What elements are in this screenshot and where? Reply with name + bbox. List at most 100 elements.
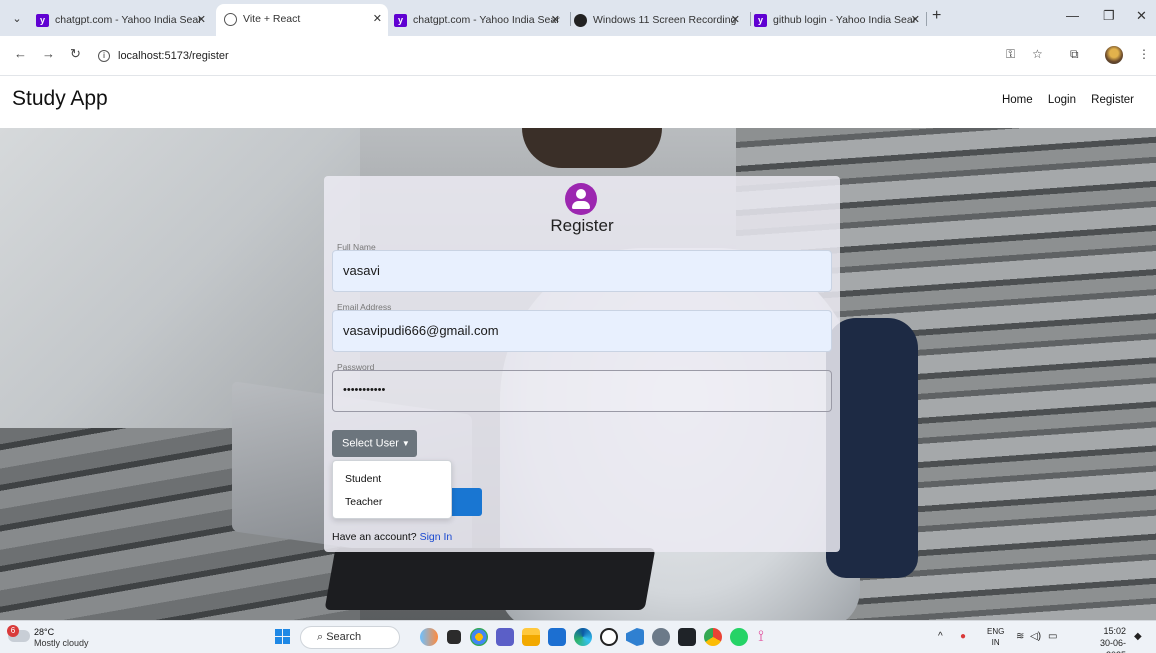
language-code: ENG [987, 627, 1005, 636]
nav-link-home[interactable]: Home [1002, 94, 1033, 106]
register-title: Register [550, 216, 614, 235]
chrome-browser-icon[interactable] [704, 628, 722, 646]
sign-in-link[interactable]: Sign In [420, 531, 453, 543]
full-name-field[interactable]: Full Name vasavi [332, 242, 832, 292]
full-name-value: vasavi [343, 263, 380, 278]
browser-tab-5[interactable]: y github login - Yahoo India Sear ✕ [754, 8, 926, 32]
language-indicator[interactable]: ENG IN [987, 626, 1004, 648]
close-icon[interactable]: ✕ [373, 4, 382, 34]
address-bar: ← → ↻ i localhost:5173/register ⚿ ☆ ⧉ ⋮ [0, 36, 1156, 76]
email-field[interactable]: Email Address vasavipudi666@gmail.com [332, 302, 832, 352]
site-info-icon[interactable]: i [98, 50, 110, 63]
region-code: IN [991, 638, 1000, 647]
notification-bell-icon[interactable]: ◆ [1134, 631, 1142, 642]
full-name-label: Full Name [337, 242, 376, 252]
app-navbar: Study App Home Login Register [0, 76, 1156, 128]
reload-icon[interactable]: ↻ [70, 46, 81, 62]
widgets-app-icon[interactable] [470, 628, 488, 646]
windows-taskbar: 6 28°C Mostly cloudy ⌕ Search ⟟ ^ ● ENG … [0, 620, 1156, 653]
restore-icon[interactable]: ❐ [1103, 8, 1115, 24]
select-user-label: Select User [342, 437, 399, 450]
tab-title: github login - Yahoo India Sear [773, 14, 917, 27]
back-arrow-icon[interactable]: ← [14, 46, 27, 61]
select-user-menu: Student Teacher [332, 460, 452, 519]
dell-app-icon[interactable] [600, 628, 618, 646]
task-view-icon[interactable] [447, 630, 461, 644]
volume-icon[interactable]: ◁) [1030, 631, 1041, 642]
weather-description: Mostly cloudy [34, 638, 89, 648]
menu-item-teacher[interactable]: Teacher [345, 496, 382, 508]
nav-link-register[interactable]: Register [1091, 94, 1134, 106]
url-field[interactable]: i localhost:5173/register [98, 44, 968, 68]
tab-search-chevron-icon[interactable]: ⌄ [8, 10, 26, 28]
bookmark-star-icon[interactable]: ☆ [1032, 47, 1043, 61]
menu-item-student[interactable]: Student [345, 473, 381, 485]
search-icon: ⌕ [317, 631, 327, 643]
windows-start-icon[interactable] [275, 629, 291, 645]
nav-link-login[interactable]: Login [1048, 94, 1076, 106]
file-explorer-icon[interactable] [522, 628, 540, 646]
clock-date: 30-06-2025 [1099, 638, 1126, 653]
taskbar-search[interactable]: ⌕ Search [300, 626, 400, 649]
url-text: localhost:5173/register [118, 50, 229, 62]
taskbar-search-label: Search [326, 631, 362, 643]
email-label: Email Address [337, 302, 392, 312]
yahoo-favicon-icon: y [754, 13, 767, 27]
record-favicon-icon [574, 13, 587, 27]
wifi-icon[interactable]: ≋ [1016, 631, 1024, 642]
password-value: ••••••••••• [343, 384, 386, 396]
copilot-app-icon[interactable] [420, 628, 438, 646]
tray-app-icon[interactable]: ● [960, 631, 966, 642]
password-field[interactable]: Password ••••••••••• [332, 362, 832, 412]
yahoo-favicon-icon: y [36, 13, 49, 27]
more-menu-icon[interactable]: ⋮ [1138, 47, 1150, 61]
user-avatar-icon [565, 183, 597, 215]
vscode-app-icon[interactable] [626, 628, 644, 646]
globe-favicon-icon [224, 12, 237, 26]
browser-tab-4[interactable]: Windows 11 Screen Recording ✕ [574, 8, 746, 32]
terminal-app-icon[interactable] [678, 628, 696, 646]
background-person-head [522, 128, 662, 168]
forward-arrow-icon[interactable]: → [42, 46, 55, 61]
close-icon[interactable]: ✕ [731, 8, 740, 32]
tab-title: Windows 11 Screen Recording [593, 14, 737, 27]
edge-browser-icon[interactable] [574, 628, 592, 646]
store-app-icon[interactable] [548, 628, 566, 646]
brand-title[interactable]: Study App [12, 87, 108, 111]
extensions-icon[interactable]: ⧉ [1070, 47, 1079, 62]
settings-gear-icon[interactable] [652, 628, 670, 646]
background-laptop-base [324, 548, 656, 610]
password-key-icon[interactable]: ⚿ [1006, 47, 1015, 62]
window-close-icon[interactable]: ✕ [1136, 8, 1147, 24]
close-icon[interactable]: ✕ [911, 8, 920, 32]
whatsapp-app-icon[interactable] [730, 628, 748, 646]
password-label: Password [337, 362, 375, 372]
tab-separator [750, 12, 751, 26]
yahoo-favicon-icon: y [394, 13, 407, 27]
profile-avatar[interactable] [1105, 46, 1123, 64]
have-account-text: Have an account? Sign In [332, 531, 452, 543]
close-icon[interactable]: ✕ [197, 8, 206, 32]
browser-tab-3[interactable]: y chatgpt.com - Yahoo India Sear ✕ [394, 8, 566, 32]
weather-temperature: 28°C [34, 627, 55, 637]
system-clock[interactable]: 15:02 30-06-2025 [1080, 625, 1126, 653]
select-user-dropdown-button[interactable]: Select User ▼ [332, 430, 417, 457]
snipping-tool-icon[interactable]: ⟟ [758, 628, 776, 646]
close-icon[interactable]: ✕ [551, 8, 560, 32]
browser-tab-2[interactable]: Vite + React ✕ [216, 4, 388, 36]
nav-links: Home Login Register [990, 94, 1134, 106]
battery-icon[interactable]: ▭ [1048, 631, 1057, 642]
caret-down-icon: ▼ [401, 439, 410, 448]
browser-tab-1[interactable]: y chatgpt.com - Yahoo India Sear ✕ [36, 8, 212, 32]
browser-tab-strip: ⌄ y chatgpt.com - Yahoo India Sear ✕ Vite… [0, 0, 1156, 36]
tab-separator [926, 12, 927, 26]
minimize-icon[interactable]: — [1066, 8, 1079, 23]
tray-overflow-chevron-icon[interactable]: ^ [938, 631, 943, 642]
register-card: Register Full Name vasavi Email Address … [324, 176, 840, 552]
teams-app-icon[interactable] [496, 628, 514, 646]
tab-title: Vite + React [243, 13, 301, 26]
weather-alert-badge: 6 [7, 625, 19, 637]
tab-title: chatgpt.com - Yahoo India Sear [413, 14, 560, 27]
email-value: vasavipudi666@gmail.com [343, 323, 499, 338]
new-tab-plus-icon[interactable]: + [932, 7, 941, 25]
